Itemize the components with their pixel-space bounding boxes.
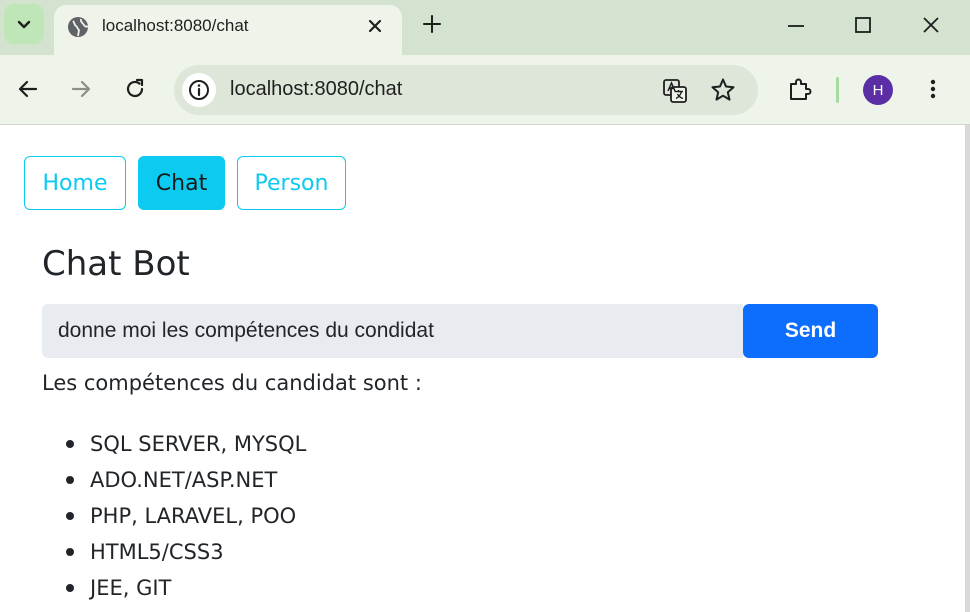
skills-list: SQL SERVER, MYSQL ADO.NET/ASP.NET PHP, L… <box>42 430 306 610</box>
window-close-icon[interactable] <box>920 14 942 36</box>
browser-tab-bar: localhost:8080/chat <box>0 0 970 55</box>
avatar-initial: H <box>872 81 884 99</box>
tab-title: localhost:8080/chat <box>102 16 249 35</box>
extensions-icon[interactable] <box>787 76 813 102</box>
list-item: HTML5/CSS3 <box>42 538 306 574</box>
maximize-icon[interactable] <box>852 14 874 36</box>
send-button[interactable]: Send <box>743 304 878 358</box>
skill-text: HTML5/CSS3 <box>90 540 224 564</box>
tab-search-icon <box>17 20 31 29</box>
url-text[interactable]: localhost:8080/chat <box>230 78 402 101</box>
site-info-button[interactable] <box>182 73 216 107</box>
minimize-icon[interactable] <box>785 14 807 36</box>
avatar[interactable]: H <box>863 75 893 105</box>
bullet <box>66 512 74 520</box>
nav-home-button[interactable]: Home <box>24 156 126 210</box>
address-bar[interactable]: localhost:8080/chat <box>174 65 758 115</box>
forward-icon[interactable] <box>69 77 93 101</box>
list-item: SQL SERVER, MYSQL <box>42 430 306 466</box>
page-title: Chat Bot <box>42 244 190 284</box>
bullet <box>66 548 74 556</box>
nav-person-button[interactable]: Person <box>237 156 346 210</box>
skill-text: SQL SERVER, MYSQL <box>90 432 307 456</box>
skill-text: JEE, GIT <box>90 576 172 600</box>
site-info-icon <box>189 80 209 100</box>
bullet <box>66 584 74 592</box>
translate-icon[interactable] <box>662 78 688 104</box>
plus-icon[interactable] <box>420 12 444 36</box>
bullet <box>66 440 74 448</box>
page-nav: Home Chat Person <box>24 156 358 210</box>
skill-text: ADO.NET/ASP.NET <box>90 468 278 492</box>
menu-icon[interactable] <box>921 77 945 101</box>
response-intro: Les compétences du candidat sont : <box>42 371 422 395</box>
toolbar-divider <box>836 77 839 103</box>
skill-text: PHP, LARAVEL, POO <box>90 504 297 528</box>
browser-tab[interactable]: localhost:8080/chat <box>54 5 402 55</box>
globe-icon <box>68 17 89 37</box>
reload-icon[interactable] <box>123 77 147 101</box>
star-icon[interactable] <box>710 77 736 103</box>
nav-chat-button[interactable]: Chat <box>138 156 225 210</box>
tab-search-button[interactable] <box>4 4 44 44</box>
list-item: PHP, LARAVEL, POO <box>42 502 306 538</box>
close-icon[interactable] <box>366 17 384 35</box>
scrollbar-track[interactable] <box>965 125 970 612</box>
back-icon[interactable] <box>16 77 40 101</box>
browser-toolbar: localhost:8080/chat H <box>0 55 970 125</box>
list-item: ADO.NET/ASP.NET <box>42 466 306 502</box>
bullet <box>66 476 74 484</box>
list-item: JEE, GIT <box>42 574 306 610</box>
message-input[interactable] <box>42 304 743 358</box>
